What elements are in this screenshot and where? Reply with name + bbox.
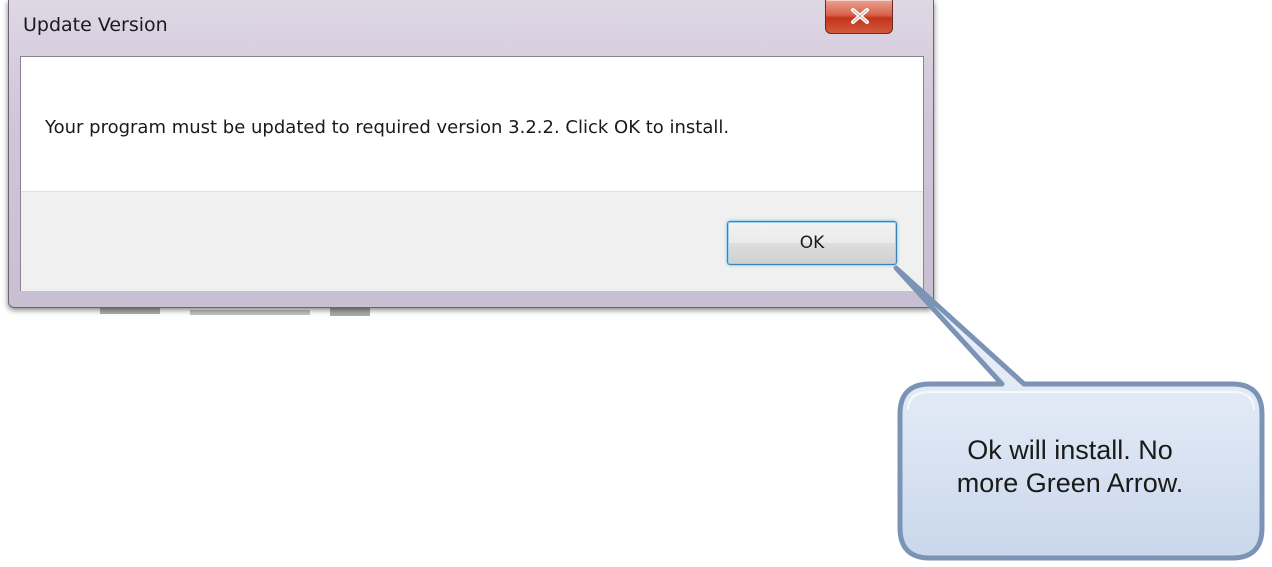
- screenshot-stage: Update Version Your program must be upda…: [0, 0, 1272, 567]
- callout-shape: [893, 265, 1265, 561]
- callout-text: Ok will install. No more Green Arrow.: [902, 434, 1238, 500]
- callout-line-2: more Green Arrow.: [956, 468, 1184, 498]
- callout-line-1: Ok will install. No: [967, 435, 1173, 465]
